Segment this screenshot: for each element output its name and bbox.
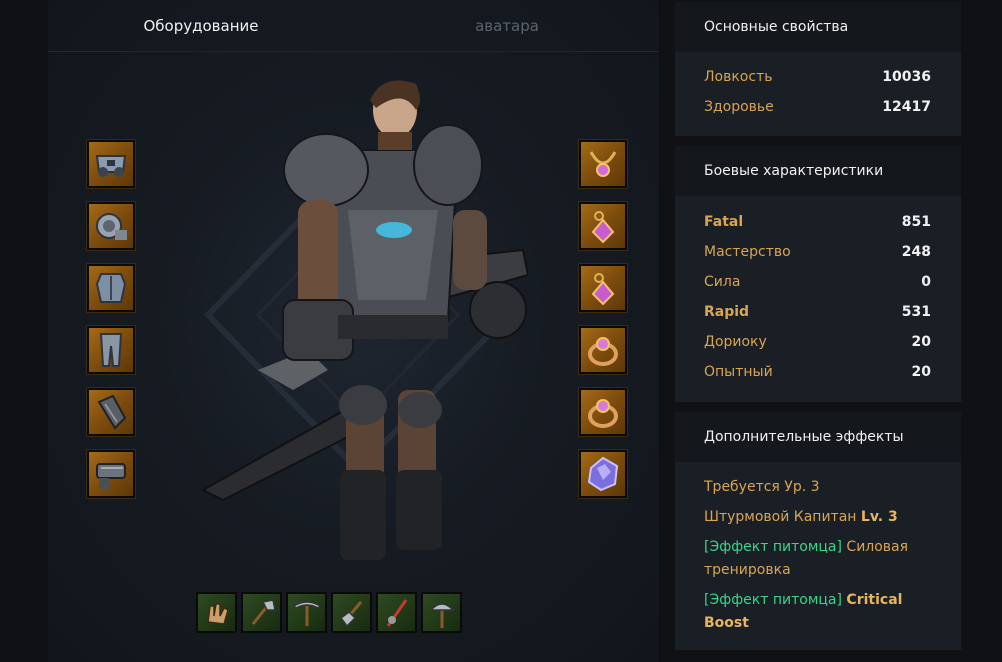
slot-mask[interactable]	[86, 139, 136, 189]
required-level-text: Требуется Ур. 3	[704, 479, 820, 495]
tab-equipment[interactable]: Оборудование	[48, 0, 354, 52]
storm-captain-level: Lv. 3	[860, 509, 898, 525]
slot-tool-hoe[interactable]	[421, 592, 462, 633]
effect-pet-2: [Эффект питомца] Critical Boost	[675, 589, 961, 635]
weapon-icon	[96, 463, 126, 490]
slot-tool-fishing-rod[interactable]	[376, 592, 417, 633]
extra-effects-card: Дополнительные эффекты Требуется Ур. 3 Ш…	[675, 412, 961, 650]
slot-tool-gloves[interactable]	[196, 592, 237, 633]
stat-row-fatal: Fatal 851	[675, 207, 961, 237]
ring-icon	[588, 399, 618, 428]
stat-value: 248	[901, 244, 931, 260]
combat-stats-title: Боевые характеристики	[675, 146, 961, 196]
stat-row-rapid: Rapid 531	[675, 297, 961, 327]
fishing-rod-icon	[386, 598, 407, 627]
slot-tool-shovel[interactable]	[331, 592, 372, 633]
tab-bar: Оборудование аватара	[48, 0, 659, 52]
shovel-icon	[339, 600, 362, 627]
crystal-stone-icon	[587, 456, 619, 492]
stat-value: 20	[911, 364, 931, 380]
stat-label: Rapid	[704, 304, 750, 320]
slot-earring-1[interactable]	[578, 201, 628, 251]
slot-stone[interactable]	[578, 449, 628, 499]
slot-weapon[interactable]	[86, 449, 136, 499]
pickaxe-icon	[292, 600, 321, 626]
stat-row-strength: Сила 0	[675, 267, 961, 297]
earring-icon	[591, 273, 615, 306]
basic-stats-title: Основные свойства	[675, 2, 961, 52]
slot-tool-pickaxe[interactable]	[286, 592, 327, 633]
shoulder-armor-icon	[96, 213, 127, 240]
slot-gloves[interactable]	[86, 387, 136, 437]
stat-row-agility: Ловкость 10036	[675, 62, 961, 92]
slot-chest[interactable]	[86, 263, 136, 313]
basic-stats-card: Основные свойства Ловкость 10036 Здоровь…	[675, 2, 961, 136]
stat-value: 851	[901, 214, 931, 230]
leg-armor-icon	[99, 333, 123, 367]
effect-required-level: Требуется Ур. 3	[675, 476, 961, 499]
gauntlet-icon	[97, 394, 127, 430]
necklace-icon	[589, 151, 617, 177]
combat-stats-card: Боевые характеристики Fatal 851 Мастерст…	[675, 146, 961, 402]
stat-row-health: Здоровье 12417	[675, 92, 961, 122]
stat-value: 531	[901, 304, 931, 320]
stat-label: Ловкость	[704, 69, 773, 85]
pet-effect-tag: [Эффект питомца]	[704, 592, 842, 608]
character-illustration	[200, 80, 528, 560]
slot-tool-axe[interactable]	[241, 592, 282, 633]
mask-icon	[95, 155, 127, 177]
stat-row-mastery: Мастерство 248	[675, 237, 961, 267]
stat-row-dorioku: Дориоку 20	[675, 327, 961, 357]
slot-ring-2[interactable]	[578, 387, 628, 437]
slot-shoulder[interactable]	[86, 201, 136, 251]
stat-value: 10036	[882, 69, 931, 85]
slot-necklace[interactable]	[578, 139, 628, 189]
stat-value: 12417	[882, 99, 931, 115]
pet-effect-tag: [Эффект питомца]	[704, 539, 842, 555]
stat-label: Сила	[704, 274, 741, 290]
extra-effects-title: Дополнительные эффекты	[675, 412, 961, 462]
stat-label: Опытный	[704, 364, 773, 380]
stat-label: Здоровье	[704, 99, 774, 115]
stat-row-experienced: Опытный 20	[675, 357, 961, 387]
stat-value: 20	[911, 334, 931, 350]
equipment-panel: Оборудование аватара	[48, 0, 660, 662]
stat-label: Fatal	[704, 214, 744, 230]
stat-label: Мастерство	[704, 244, 791, 260]
axe-icon	[251, 598, 276, 625]
gloves-tool-icon	[206, 602, 229, 625]
stat-label: Дориоку	[704, 334, 767, 350]
slot-ring-1[interactable]	[578, 325, 628, 375]
hoe-icon	[428, 602, 455, 628]
storm-captain-text: Штурмовой Капитан	[704, 509, 857, 525]
stat-value: 0	[921, 274, 931, 290]
earring-icon	[591, 211, 615, 244]
effect-pet-1: [Эффект питомца] Силовая тренировка	[675, 536, 961, 582]
slot-earring-2[interactable]	[578, 263, 628, 313]
slot-legs[interactable]	[86, 325, 136, 375]
chest-armor-icon	[95, 273, 127, 303]
ring-icon	[588, 337, 618, 366]
effect-storm-captain: Штурмовой Капитан Lv. 3	[675, 506, 961, 529]
tab-avatar[interactable]: аватара	[354, 0, 659, 52]
